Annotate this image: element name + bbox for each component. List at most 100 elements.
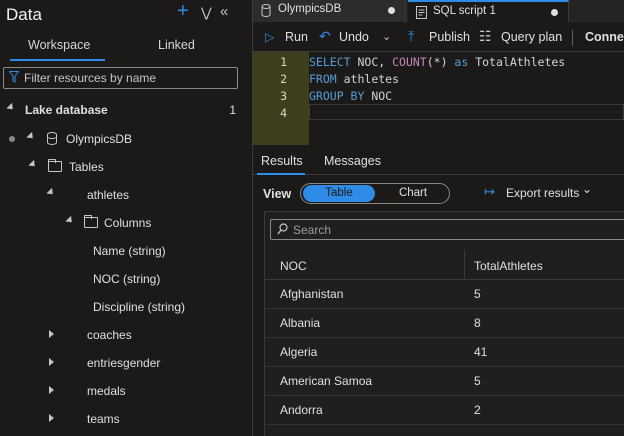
sql-text: (*)	[426, 55, 448, 69]
tree-label: Lake database	[25, 103, 108, 117]
line-number: 3	[280, 89, 287, 103]
data-panel-tabs: Workspace Linked	[0, 34, 252, 61]
code-line[interactable]: GROUP BY NOC	[309, 89, 392, 103]
sql-editor[interactable]: 1 2 3 4 SELECT NOC, COUNT(*) as TotalAth…	[253, 52, 624, 145]
table-row[interactable]: Andorra 2	[265, 396, 624, 425]
caret-down-icon[interactable]	[6, 102, 16, 113]
cell-noc[interactable]: Algeria	[280, 345, 317, 359]
table-row[interactable]: Albania 8	[265, 309, 624, 338]
add-icon[interactable]: +	[177, 0, 189, 23]
caret-right-icon[interactable]	[49, 330, 54, 338]
caret-right-icon[interactable]	[49, 358, 54, 366]
tree-item-columns[interactable]: Columns	[0, 211, 252, 235]
tree-item-table[interactable]: medals	[0, 379, 252, 403]
folder-icon	[48, 159, 62, 172]
filter-box[interactable]	[3, 67, 238, 89]
search-box[interactable]	[270, 219, 624, 240]
undo-button[interactable]: Undo	[339, 30, 369, 44]
caret-down-icon[interactable]	[65, 215, 75, 226]
cell-totalathletes[interactable]: 5	[474, 287, 481, 301]
search-input[interactable]	[293, 222, 613, 238]
sql-text: TotalAthletes	[475, 55, 566, 69]
filter-input[interactable]	[24, 70, 232, 86]
tab-linked[interactable]: Linked	[158, 38, 195, 52]
view-table-option[interactable]: Table	[303, 185, 375, 202]
tree-item-athletes[interactable]: athletes	[0, 183, 252, 207]
column-divider[interactable]	[464, 250, 465, 280]
tree-item-table[interactable]: entriesgender	[0, 351, 252, 375]
chevron-down-icon[interactable]: ⌄	[582, 182, 592, 196]
column-header-noc[interactable]: NOC	[280, 259, 307, 273]
column-header-totalathletes[interactable]: TotalAthletes	[474, 259, 543, 273]
filter-icon	[9, 71, 19, 83]
tab-results[interactable]: Results	[261, 154, 303, 168]
cell-totalathletes[interactable]: 2	[474, 403, 481, 417]
tree-item-column[interactable]: Discipline (string)	[0, 295, 252, 319]
table-header: NOC TotalAthletes	[265, 250, 624, 280]
code-line[interactable]: SELECT NOC, COUNT(*) as TotalAthletes	[309, 55, 565, 69]
caret-right-icon[interactable]	[49, 414, 54, 422]
code-line[interactable]: FROM athletes	[309, 72, 399, 86]
tab-sql-script-1[interactable]: SQL script 1	[408, 0, 569, 22]
view-toolbar: View Table Chart ↦ Export results ⌄	[253, 180, 624, 208]
collapse-panel-icon[interactable]: «	[220, 3, 228, 20]
export-results-button[interactable]: Export results	[506, 186, 579, 200]
view-chart-option[interactable]: Chart	[379, 185, 447, 202]
run-button[interactable]: Run	[285, 30, 308, 44]
sql-function: COUNT	[392, 55, 427, 69]
run-icon[interactable]: ▷	[265, 30, 274, 44]
tree-label: NOC (string)	[93, 272, 161, 286]
tree-label: Name (string)	[93, 244, 166, 258]
results-grid-area: NOC TotalAthletes Afghanistan5Albania8Al…	[264, 211, 624, 436]
tab-messages[interactable]: Messages	[324, 154, 381, 168]
script-icon	[416, 6, 427, 19]
tree-item-table[interactable]: teams	[0, 407, 252, 431]
folder-icon	[84, 215, 98, 228]
cell-totalathletes[interactable]: 41	[474, 345, 487, 359]
table-row[interactable]: Afghanistan 5	[265, 280, 624, 309]
data-panel: Data + ⋁ « Workspace Linked Lake databas…	[0, 0, 253, 436]
caret-down-icon[interactable]	[28, 159, 38, 170]
cell-noc[interactable]: American Samoa	[280, 374, 372, 388]
tree-item-column[interactable]: NOC (string)	[0, 267, 252, 291]
status-dot-icon	[9, 136, 15, 142]
tree-item-olympicsdb[interactable]: OlympicsDB	[0, 127, 252, 151]
tree-label: entriesgender	[87, 356, 161, 370]
chevron-down-icon[interactable]: ⌄	[382, 30, 391, 43]
editor-toolbar: ▷ Run ↶ Undo ⌄ ⤒ Publish ☷ Query plan Co…	[253, 24, 624, 52]
tree-item-lake-database[interactable]: Lake database 1	[0, 98, 252, 122]
cell-totalathletes[interactable]: 5	[474, 374, 481, 388]
undo-icon[interactable]: ↶	[319, 28, 331, 45]
tree-item-column[interactable]: Name (string)	[0, 239, 252, 263]
database-icon	[261, 4, 271, 17]
database-icon	[47, 132, 57, 145]
query-plan-button[interactable]: Query plan	[501, 30, 562, 44]
cell-noc[interactable]: Andorra	[280, 403, 323, 417]
tree-item-table[interactable]: coaches	[0, 323, 252, 347]
caret-down-icon[interactable]	[26, 131, 36, 142]
tab-olympicsdb[interactable]: OlympicsDB	[253, 0, 406, 22]
current-line-highlight[interactable]	[309, 104, 624, 120]
view-label: View	[263, 187, 292, 201]
caret-down-icon[interactable]	[46, 187, 56, 198]
table-row[interactable]: Algeria 41	[265, 338, 624, 367]
sql-keyword: SELECT	[309, 55, 351, 69]
search-icon	[277, 223, 288, 235]
publish-icon[interactable]: ⤒	[408, 28, 414, 45]
publish-button[interactable]: Publish	[429, 30, 470, 44]
caret-right-icon[interactable]	[49, 386, 54, 394]
cell-noc[interactable]: Afghanistan	[280, 287, 343, 301]
tab-workspace[interactable]: Workspace	[28, 38, 90, 52]
query-plan-icon[interactable]: ☷	[479, 28, 492, 45]
tree-item-tables[interactable]: Tables	[0, 155, 252, 179]
expand-all-icon[interactable]: ⋁	[201, 5, 212, 21]
cell-noc[interactable]: Albania	[280, 316, 320, 330]
cell-totalathletes[interactable]: 8	[474, 316, 481, 330]
connect-button[interactable]: Connec	[585, 30, 624, 44]
unsaved-dot-icon	[551, 9, 558, 16]
table-row[interactable]: American Samoa 5	[265, 367, 624, 396]
line-number: 4	[280, 106, 287, 120]
toolbar-divider	[572, 30, 573, 46]
view-toggle[interactable]: Table Chart	[300, 183, 450, 204]
export-icon[interactable]: ↦	[484, 184, 495, 200]
